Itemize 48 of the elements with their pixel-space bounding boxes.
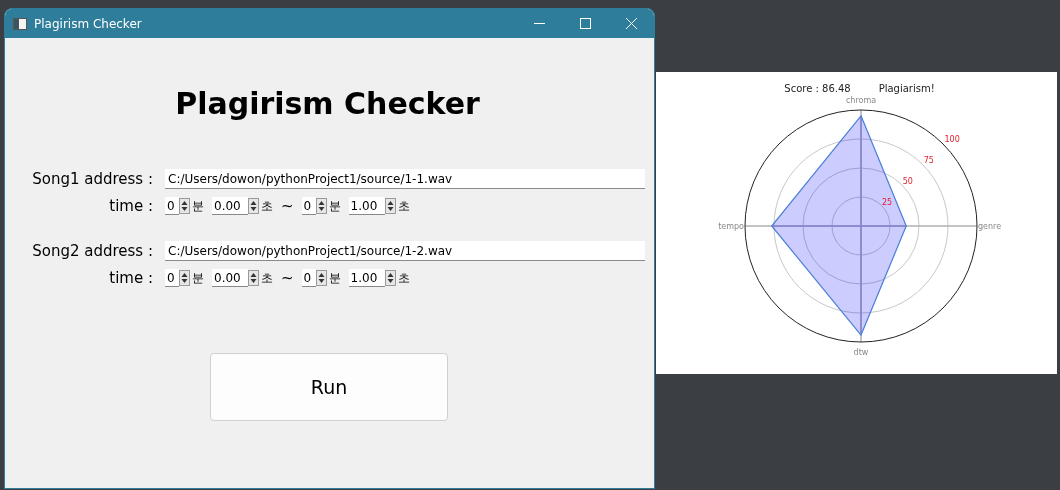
spin-arrows-icon[interactable] (248, 198, 259, 214)
axis-label: tempo (718, 222, 744, 231)
unit-label: 분 (192, 197, 204, 215)
spin-box[interactable]: 1.00 (348, 197, 385, 215)
spin-box[interactable]: 0 (165, 197, 179, 215)
ring-label: 100 (944, 135, 960, 145)
unit-label: 초 (397, 269, 410, 287)
app-heading: Plagirism Checker (174, 86, 481, 121)
axis-label: chroma (845, 96, 877, 105)
spin-arrows-icon[interactable] (384, 198, 396, 214)
spin-box[interactable]: 0 (165, 269, 179, 287)
axis-label: genre (978, 222, 1002, 231)
run-button[interactable]: Run (210, 353, 448, 421)
spin-box[interactable]: 0.00 (212, 197, 248, 215)
spin-arrows-icon[interactable] (248, 270, 259, 286)
spin-arrows-icon[interactable] (179, 270, 190, 286)
maximize-icon (579, 18, 591, 29)
unit-label: 초 (397, 197, 410, 215)
score-text: Score : 86.48 (784, 83, 851, 94)
address-label: Song1 address : (31, 170, 153, 188)
spin-arrows-icon[interactable] (315, 198, 327, 214)
spin-arrows-icon[interactable] (315, 270, 327, 286)
spin-box[interactable]: 0 (301, 269, 316, 287)
verdict-text: Plagiarism! (878, 83, 935, 94)
spin-arrows-icon[interactable] (179, 198, 190, 214)
spin-box[interactable]: 0 (301, 197, 316, 215)
unit-label: 분 (328, 269, 341, 287)
address-label: Song2 address : (31, 242, 153, 260)
address-field[interactable]: C:/Users/dowon/pythonProject1/source/1-1.wav (165, 169, 645, 189)
spin-arrows-icon[interactable] (384, 270, 396, 286)
axis-label: dtw (853, 348, 869, 357)
range-separator: ~ (281, 269, 294, 287)
unit-label: 분 (192, 269, 204, 287)
unit-label: 초 (261, 269, 273, 287)
ring-label: 25 (881, 198, 893, 208)
time-label: time : (108, 269, 153, 287)
spin-box[interactable]: 0.00 (212, 269, 248, 287)
window-title: Plagirism Checker (34, 16, 143, 31)
ring-label: 50 (902, 177, 913, 187)
unit-label: 초 (261, 197, 273, 215)
ring-label: 75 (923, 156, 934, 166)
spin-box[interactable]: 1.00 (348, 269, 385, 287)
unit-label: 분 (328, 197, 341, 215)
close-icon (625, 18, 637, 29)
app-icon (13, 17, 27, 30)
time-label: time : (108, 197, 153, 215)
range-separator: ~ (281, 197, 294, 215)
address-field[interactable]: C:/Users/dowon/pythonProject1/source/1-2.wav (165, 241, 645, 261)
